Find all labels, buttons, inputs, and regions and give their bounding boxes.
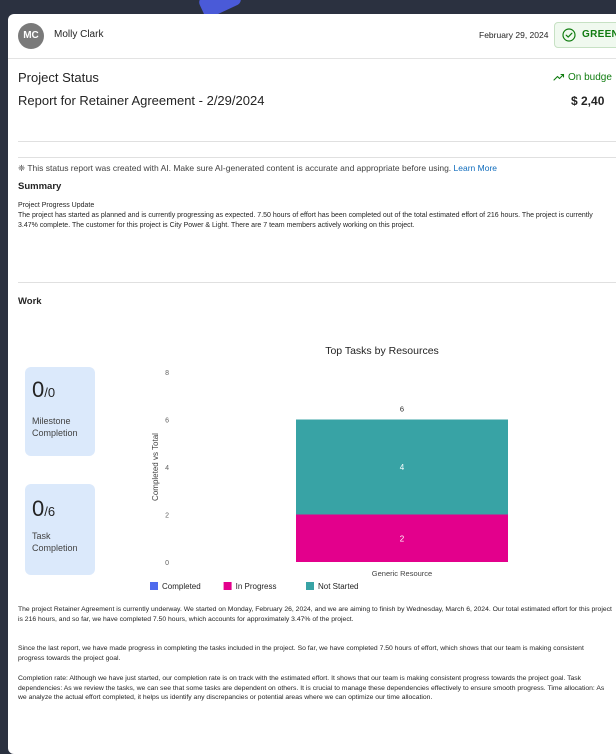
narrative-paragraph-2: Since the last report, we have made prog… — [18, 645, 584, 662]
chart-title: Top Tasks by Resources — [325, 345, 439, 357]
y-tick-label: 6 — [165, 418, 169, 425]
summary-body: The project has started as planned and i… — [18, 212, 593, 229]
report-date: February 29, 2024 — [479, 30, 549, 40]
y-tick-label: 2 — [165, 513, 169, 520]
y-tick-label: 0 — [165, 560, 169, 567]
budget-status: On budge — [553, 72, 612, 83]
project-status-heading: Project Status — [18, 70, 99, 85]
milestone-label-line1: Milestone — [32, 416, 71, 426]
ai-sparkle-icon: ❈ — [18, 163, 26, 173]
milestone-denominator: /0 — [44, 385, 56, 400]
avatar[interactable]: MC — [18, 23, 44, 49]
milestone-count: 0/0 — [32, 377, 55, 403]
status-report-card: MC Molly Clark February 29, 2024 GREEN P… — [8, 14, 616, 754]
page-title: Report for Retainer Agreement - 2/29/202… — [18, 93, 265, 108]
learn-more-link[interactable]: Learn More — [454, 163, 497, 173]
top-tasks-chart: Top Tasks by Resources 0 2 4 6 8 Completed vs … — [150, 345, 508, 591]
bar-total-label: 6 — [400, 405, 404, 414]
legend-swatch — [223, 582, 232, 590]
status-text: GREEN — [582, 29, 616, 40]
user-name: Molly Clark — [54, 29, 104, 40]
legend-swatch — [306, 582, 314, 590]
divider — [18, 157, 616, 158]
report-header: MC Molly Clark February 29, 2024 GREEN — [8, 14, 616, 59]
task-label: Task Completion — [32, 530, 78, 554]
milestone-label: Milestone Completion — [32, 415, 78, 439]
status-badge[interactable]: GREEN — [554, 22, 616, 48]
task-value: 0 — [32, 496, 45, 521]
legend-label: In Progress — [236, 582, 277, 591]
work-heading: Work — [18, 296, 42, 307]
bar-data-label: 2 — [400, 534, 405, 543]
summary-subheading: Project Progress Update — [18, 202, 95, 209]
budget-value: $ 2,40 — [571, 94, 605, 108]
ai-notice: ❈ This status report was created with AI… — [18, 163, 497, 174]
x-tick-label: Generic Resource — [372, 569, 432, 578]
summary-heading: Summary — [18, 181, 62, 192]
divider — [18, 141, 616, 142]
narrative-paragraph-1: The project Retainer Agreement is curren… — [18, 606, 612, 623]
legend-swatch — [150, 582, 158, 590]
milestone-label-line2: Completion — [32, 428, 78, 438]
milestone-value: 0 — [32, 377, 45, 402]
check-circle-icon — [562, 28, 576, 42]
y-tick-label: 8 — [165, 370, 169, 377]
divider — [18, 282, 616, 283]
legend-label: Not Started — [318, 582, 358, 591]
y-tick-label: 4 — [165, 465, 169, 472]
narrative-paragraph-3: Completion rate: Although we have just s… — [18, 675, 605, 701]
trend-up-icon — [553, 74, 565, 81]
task-label-line2: Completion — [32, 543, 78, 553]
milestone-completion-card: 0/0 Milestone Completion — [25, 367, 95, 456]
legend-label: Completed — [162, 582, 201, 591]
y-axis-label: Completed vs Total — [151, 433, 160, 501]
task-denominator: /6 — [44, 504, 56, 519]
bar-data-label: 4 — [400, 463, 405, 472]
task-completion-card: 0/6 Task Completion — [25, 484, 95, 575]
task-count: 0/6 — [32, 496, 55, 522]
task-label-line1: Task — [32, 531, 51, 541]
ai-notice-text: This status report was created with AI. … — [27, 163, 452, 173]
budget-label: On budge — [568, 72, 612, 83]
